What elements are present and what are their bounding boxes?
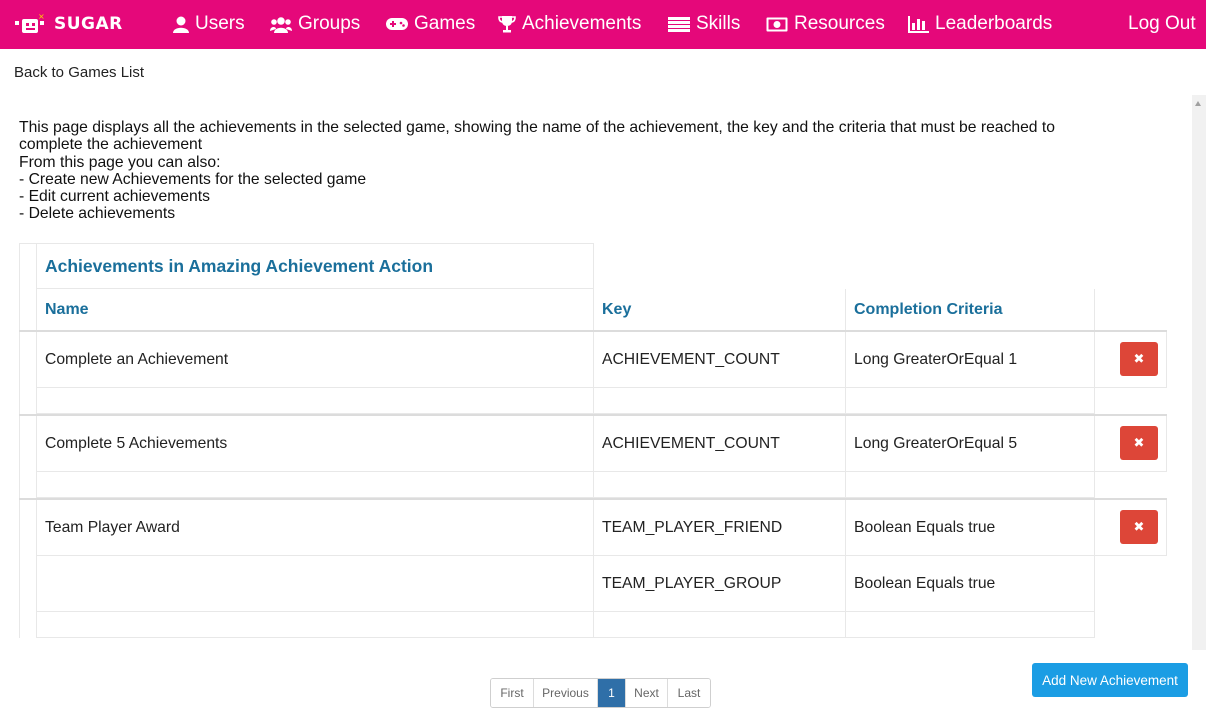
nav-users[interactable]: Users [173,12,245,36]
achievement-key-cell: TEAM_PLAYER_FRIEND [594,500,846,556]
brand[interactable]: × SUGAR [14,11,123,37]
user-icon [173,16,189,33]
achievement-key-cell: ACHIEVEMENT_COUNT [594,416,846,472]
pagination-next[interactable]: Next [626,679,668,707]
achievement-name-cell: Complete 5 Achievements [37,416,594,472]
sugar-logo-icon: × [14,12,46,35]
logout-link[interactable]: Log Out [1128,12,1196,36]
spacer-cell [594,472,846,498]
description-line: - Edit current achievements [19,188,210,206]
top-navbar: × SUGAR Users Groups Games Achievements … [0,0,1206,49]
add-new-achievement-button[interactable]: Add New Achievement [1032,663,1188,697]
achievement-key-cell: ACHIEVEMENT_COUNT [594,332,846,388]
description-line: - Delete achievements [19,205,176,223]
column-header-name: Name [37,289,594,331]
column-header-criteria: Completion Criteria [846,289,1095,331]
gamepad-icon [386,18,408,30]
group-icon [270,16,292,33]
achievement-name-cell: Team Player Award [37,500,594,556]
spacer-cell [37,388,594,414]
nav-users-label: Users [195,13,245,34]
empty-name-cell [37,556,594,612]
close-icon: ✖ [1133,519,1145,535]
page-description: This page displays all the achievements … [19,119,1169,223]
spacer-cell [846,612,1095,638]
bar-chart-icon [908,15,929,33]
achievement-name-cell: Complete an Achievement [37,332,594,388]
pagination-last[interactable]: Last [668,679,710,707]
delete-achievement-button[interactable]: ✖ [1120,342,1158,376]
nav-resources-label: Resources [794,13,885,34]
achievement-key-cell: TEAM_PLAYER_GROUP [594,556,846,612]
back-to-games-link[interactable]: Back to Games List [14,64,144,81]
money-icon [766,17,788,31]
nav-groups-label: Groups [298,13,361,34]
pagination: First Previous 1 Next Last [490,678,711,708]
spacer-cell [594,388,846,414]
description-line: From this page you can also: [19,153,221,171]
nav-leaderboards[interactable]: Leaderboards [907,12,1052,36]
pagination-current-page[interactable]: 1 [598,679,626,707]
svg-text:×: × [38,13,45,21]
nav-groups[interactable]: Groups [270,12,360,36]
nav-skills-label: Skills [696,13,741,34]
delete-achievement-button[interactable]: ✖ [1120,510,1158,544]
spacer-cell [594,612,846,638]
achievement-criteria-cell: Long GreaterOrEqual 5 [846,416,1095,472]
list-icon [668,16,690,32]
brand-name: SUGAR [54,14,123,34]
nav-leaderboards-label: Leaderboards [935,13,1053,34]
scrollbar-track[interactable] [1192,95,1206,650]
description-line: complete the achievement [19,136,203,154]
achievement-criteria-cell: Boolean Equals true [846,500,1095,556]
description-line: - Create new Achievements for the select… [19,170,367,188]
spacer-cell [846,388,1095,414]
nav-games[interactable]: Games [386,12,475,36]
nav-resources[interactable]: Resources [766,12,885,36]
logout-label: Log Out [1128,13,1196,34]
pagination-previous[interactable]: Previous [534,679,598,707]
trophy-icon [498,16,516,33]
table-title: Achievements in Amazing Achievement Acti… [37,244,594,289]
spacer-cell [37,612,594,638]
scroll-up-arrow-icon[interactable] [1195,101,1201,106]
achievement-criteria-cell: Long GreaterOrEqual 1 [846,332,1095,388]
close-icon: ✖ [1133,351,1145,367]
column-header-key: Key [594,289,846,331]
delete-achievement-button[interactable]: ✖ [1120,426,1158,460]
nav-games-label: Games [414,13,476,34]
spacer-cell [846,472,1095,498]
achievement-criteria-cell: Boolean Equals true [846,556,1095,612]
nav-skills[interactable]: Skills [668,12,740,36]
nav-achievements-label: Achievements [522,13,642,34]
close-icon: ✖ [1133,435,1145,451]
spacer-cell [37,472,594,498]
table-left-border [19,243,20,638]
description-line: This page displays all the achievements … [19,119,1055,136]
pagination-first[interactable]: First [491,679,534,707]
nav-achievements[interactable]: Achievements [498,12,641,36]
